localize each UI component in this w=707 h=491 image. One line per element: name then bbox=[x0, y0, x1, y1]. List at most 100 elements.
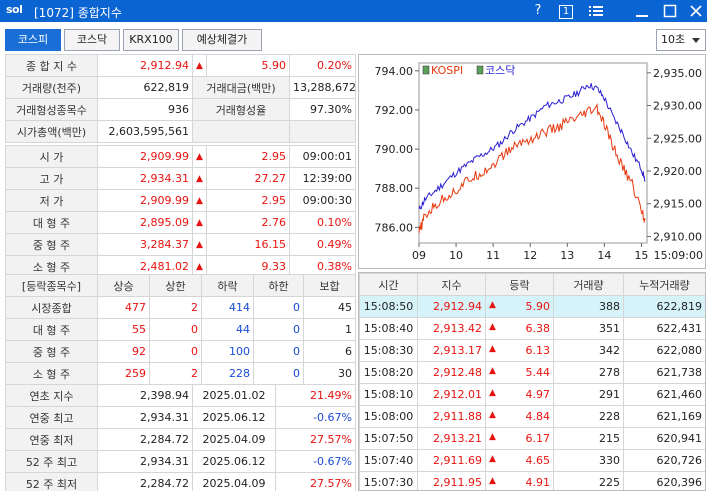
breadth-lower: 0 bbox=[253, 362, 304, 385]
price-row: 대 형 주 2,895.09 ▲ 2.76 0.10% bbox=[5, 211, 356, 234]
tab-kosdaq[interactable]: 코스닥 bbox=[64, 29, 120, 51]
tick-row: 15:08:00 2,911.88 ▲ 4.84 228 621,169 bbox=[359, 405, 705, 428]
yearly-value: 2,934.31 bbox=[97, 450, 193, 473]
tick-time: 15:08:30 bbox=[359, 339, 418, 362]
tick-row: 15:08:10 2,912.01 ▲ 4.97 291 621,460 bbox=[359, 383, 705, 406]
breadth-flat: 45 bbox=[303, 296, 356, 319]
price-label: 시 가 bbox=[5, 145, 98, 168]
up-arrow-icon: ▲ bbox=[192, 167, 207, 190]
market-cap-label: 시가총액(백만) bbox=[5, 120, 98, 143]
tick-cum-volume: 622,819 bbox=[623, 295, 705, 318]
left-axis-label: 786.00 bbox=[375, 221, 414, 234]
index-chart[interactable]: 794.00 792.00 790.00 788.00 786.00 2,935.00 2,… bbox=[358, 54, 706, 269]
price-row: 저 가 2,909.99 ▲ 2.95 09:00:30 bbox=[5, 189, 356, 212]
maximize-icon bbox=[663, 4, 677, 18]
tick-volume: 342 bbox=[553, 339, 624, 362]
price-value: 2,909.99 bbox=[97, 145, 193, 168]
x-axis-label: 09 bbox=[412, 249, 426, 262]
index-change: 5.90 bbox=[206, 54, 290, 77]
volume-label: 거래량(천주) bbox=[5, 76, 98, 99]
app-logo: sol bbox=[6, 3, 23, 16]
up-arrow-icon: ▲ bbox=[489, 410, 496, 420]
tick-change: ▲ 4.84 bbox=[485, 405, 554, 428]
tick-cum-volume: 621,738 bbox=[623, 361, 705, 384]
close-button[interactable] bbox=[686, 2, 706, 20]
breadth-header: 하락 bbox=[201, 274, 254, 297]
ratio-value: 97.30% bbox=[289, 98, 356, 121]
price-change: 27.27 bbox=[206, 167, 290, 190]
yearly-label: 52 주 최저 bbox=[5, 472, 98, 491]
tick-change: ▲ 6.38 bbox=[485, 317, 554, 340]
price-value: 2,934.31 bbox=[97, 167, 193, 190]
menu-button[interactable] bbox=[586, 2, 606, 20]
tick-cum-volume: 621,460 bbox=[623, 383, 705, 406]
window-title: [1072] 종합지수 bbox=[34, 6, 122, 20]
minimize-icon bbox=[636, 15, 648, 17]
breadth-flat: 6 bbox=[303, 340, 356, 363]
tab-kospi[interactable]: 코스피 bbox=[5, 29, 61, 51]
breadth-header: 상한 bbox=[149, 274, 202, 297]
breadth-down: 100 bbox=[201, 340, 254, 363]
tick-volume: 215 bbox=[553, 427, 624, 450]
tick-row: 15:08:50 2,912.94 ▲ 5.90 388 622,819 bbox=[359, 295, 705, 318]
left-axis-label: 790.00 bbox=[375, 143, 414, 156]
breadth-table: [등락종목수] 상승 상한 하락 하한 보합 시장종합 477 2 414 0 45 대 형… bbox=[5, 274, 356, 385]
price-table: 시 가 2,909.99 ▲ 2.95 09:00:01 고 가 2,934.31 ▲ 27.2… bbox=[5, 145, 356, 278]
tick-time: 15:07:30 bbox=[359, 471, 418, 490]
tick-row: 15:07:50 2,913.21 ▲ 6.17 215 620,941 bbox=[359, 427, 705, 450]
breadth-flat: 30 bbox=[303, 362, 356, 385]
minimize-button[interactable] bbox=[632, 2, 652, 20]
yearly-rate: 27.57% bbox=[275, 472, 356, 491]
tick-row: 15:08:30 2,913.17 ▲ 6.13 342 622,080 bbox=[359, 339, 705, 362]
interval-value: 10초 bbox=[661, 33, 686, 46]
tick-time: 15:08:40 bbox=[359, 317, 418, 340]
yearly-row: 연중 최저 2,284.72 2025.04.09 27.57% bbox=[5, 428, 356, 451]
ratio-label: 거래형성율 bbox=[192, 98, 290, 121]
help-button[interactable]: ? bbox=[530, 2, 546, 20]
x-axis-label: 13 bbox=[560, 249, 574, 262]
stocks-label: 거래형성종목수 bbox=[5, 98, 98, 121]
maximize-button[interactable] bbox=[660, 2, 680, 20]
yearly-label: 52 주 최고 bbox=[5, 450, 98, 473]
tick-row: 15:08:20 2,912.48 ▲ 5.44 278 621,738 bbox=[359, 361, 705, 384]
tick-index: 2,912.94 bbox=[417, 295, 486, 318]
tick-table[interactable]: 시간 지수 등락 거래량 누적거래량 15:08:50 2,912.94 ▲ 5.90… bbox=[358, 272, 706, 491]
tick-header: 지수 bbox=[417, 273, 486, 296]
tick-time: 15:07:40 bbox=[359, 449, 418, 472]
up-arrow-icon: ▲ bbox=[192, 54, 207, 77]
up-arrow-icon: ▲ bbox=[489, 344, 496, 354]
breadth-upper: 2 bbox=[149, 362, 202, 385]
tick-change: ▲ 6.13 bbox=[485, 339, 554, 362]
tab-krx100[interactable]: KRX100 bbox=[123, 29, 179, 51]
tab-expected-price[interactable]: 예상체결가 bbox=[182, 29, 262, 51]
tick-index: 2,913.17 bbox=[417, 339, 486, 362]
price-value: 2,909.99 bbox=[97, 189, 193, 212]
title-bar: sol [1072] 종합지수 ? 1 bbox=[0, 0, 707, 22]
left-axis-label: 794.00 bbox=[375, 65, 414, 78]
breadth-upper: 2 bbox=[149, 296, 202, 319]
up-arrow-icon: ▲ bbox=[192, 211, 207, 234]
yearly-row: 52 주 최고 2,934.31 2025.06.12 -0.67% bbox=[5, 450, 356, 473]
up-arrow-icon: ▲ bbox=[489, 300, 496, 310]
price-extra: 09:00:01 bbox=[289, 145, 356, 168]
right-axis-label: 2,910.00 bbox=[653, 230, 702, 243]
yearly-rate: 27.57% bbox=[275, 428, 356, 451]
window-number-button[interactable]: 1 bbox=[557, 2, 575, 20]
interval-select[interactable]: 10초 bbox=[656, 29, 706, 51]
right-axis-label: 2,915.00 bbox=[653, 198, 702, 211]
tick-header: 시간 bbox=[359, 273, 418, 296]
tick-change: ▲ 5.44 bbox=[485, 361, 554, 384]
price-value: 3,284.37 bbox=[97, 233, 193, 256]
breadth-label: 시장종합 bbox=[5, 296, 98, 319]
price-change: 2.95 bbox=[206, 189, 290, 212]
tick-change-value: 4.84 bbox=[525, 410, 551, 423]
breadth-header: [등락종목수] bbox=[5, 274, 98, 297]
yearly-label: 연중 최고 bbox=[5, 406, 98, 429]
menu-icon bbox=[589, 6, 603, 16]
yearly-row: 연초 지수 2,398.94 2025.01.02 21.49% bbox=[5, 384, 356, 407]
tick-change: ▲ 4.97 bbox=[485, 383, 554, 406]
price-extra: 0.49% bbox=[289, 233, 356, 256]
summary-table: 종 합 지 수 2,912.94 ▲ 5.90 0.20% 거래량(천주) 62… bbox=[5, 54, 356, 143]
breadth-upper: 0 bbox=[149, 340, 202, 363]
yearly-date: 2025.04.09 bbox=[192, 428, 276, 451]
